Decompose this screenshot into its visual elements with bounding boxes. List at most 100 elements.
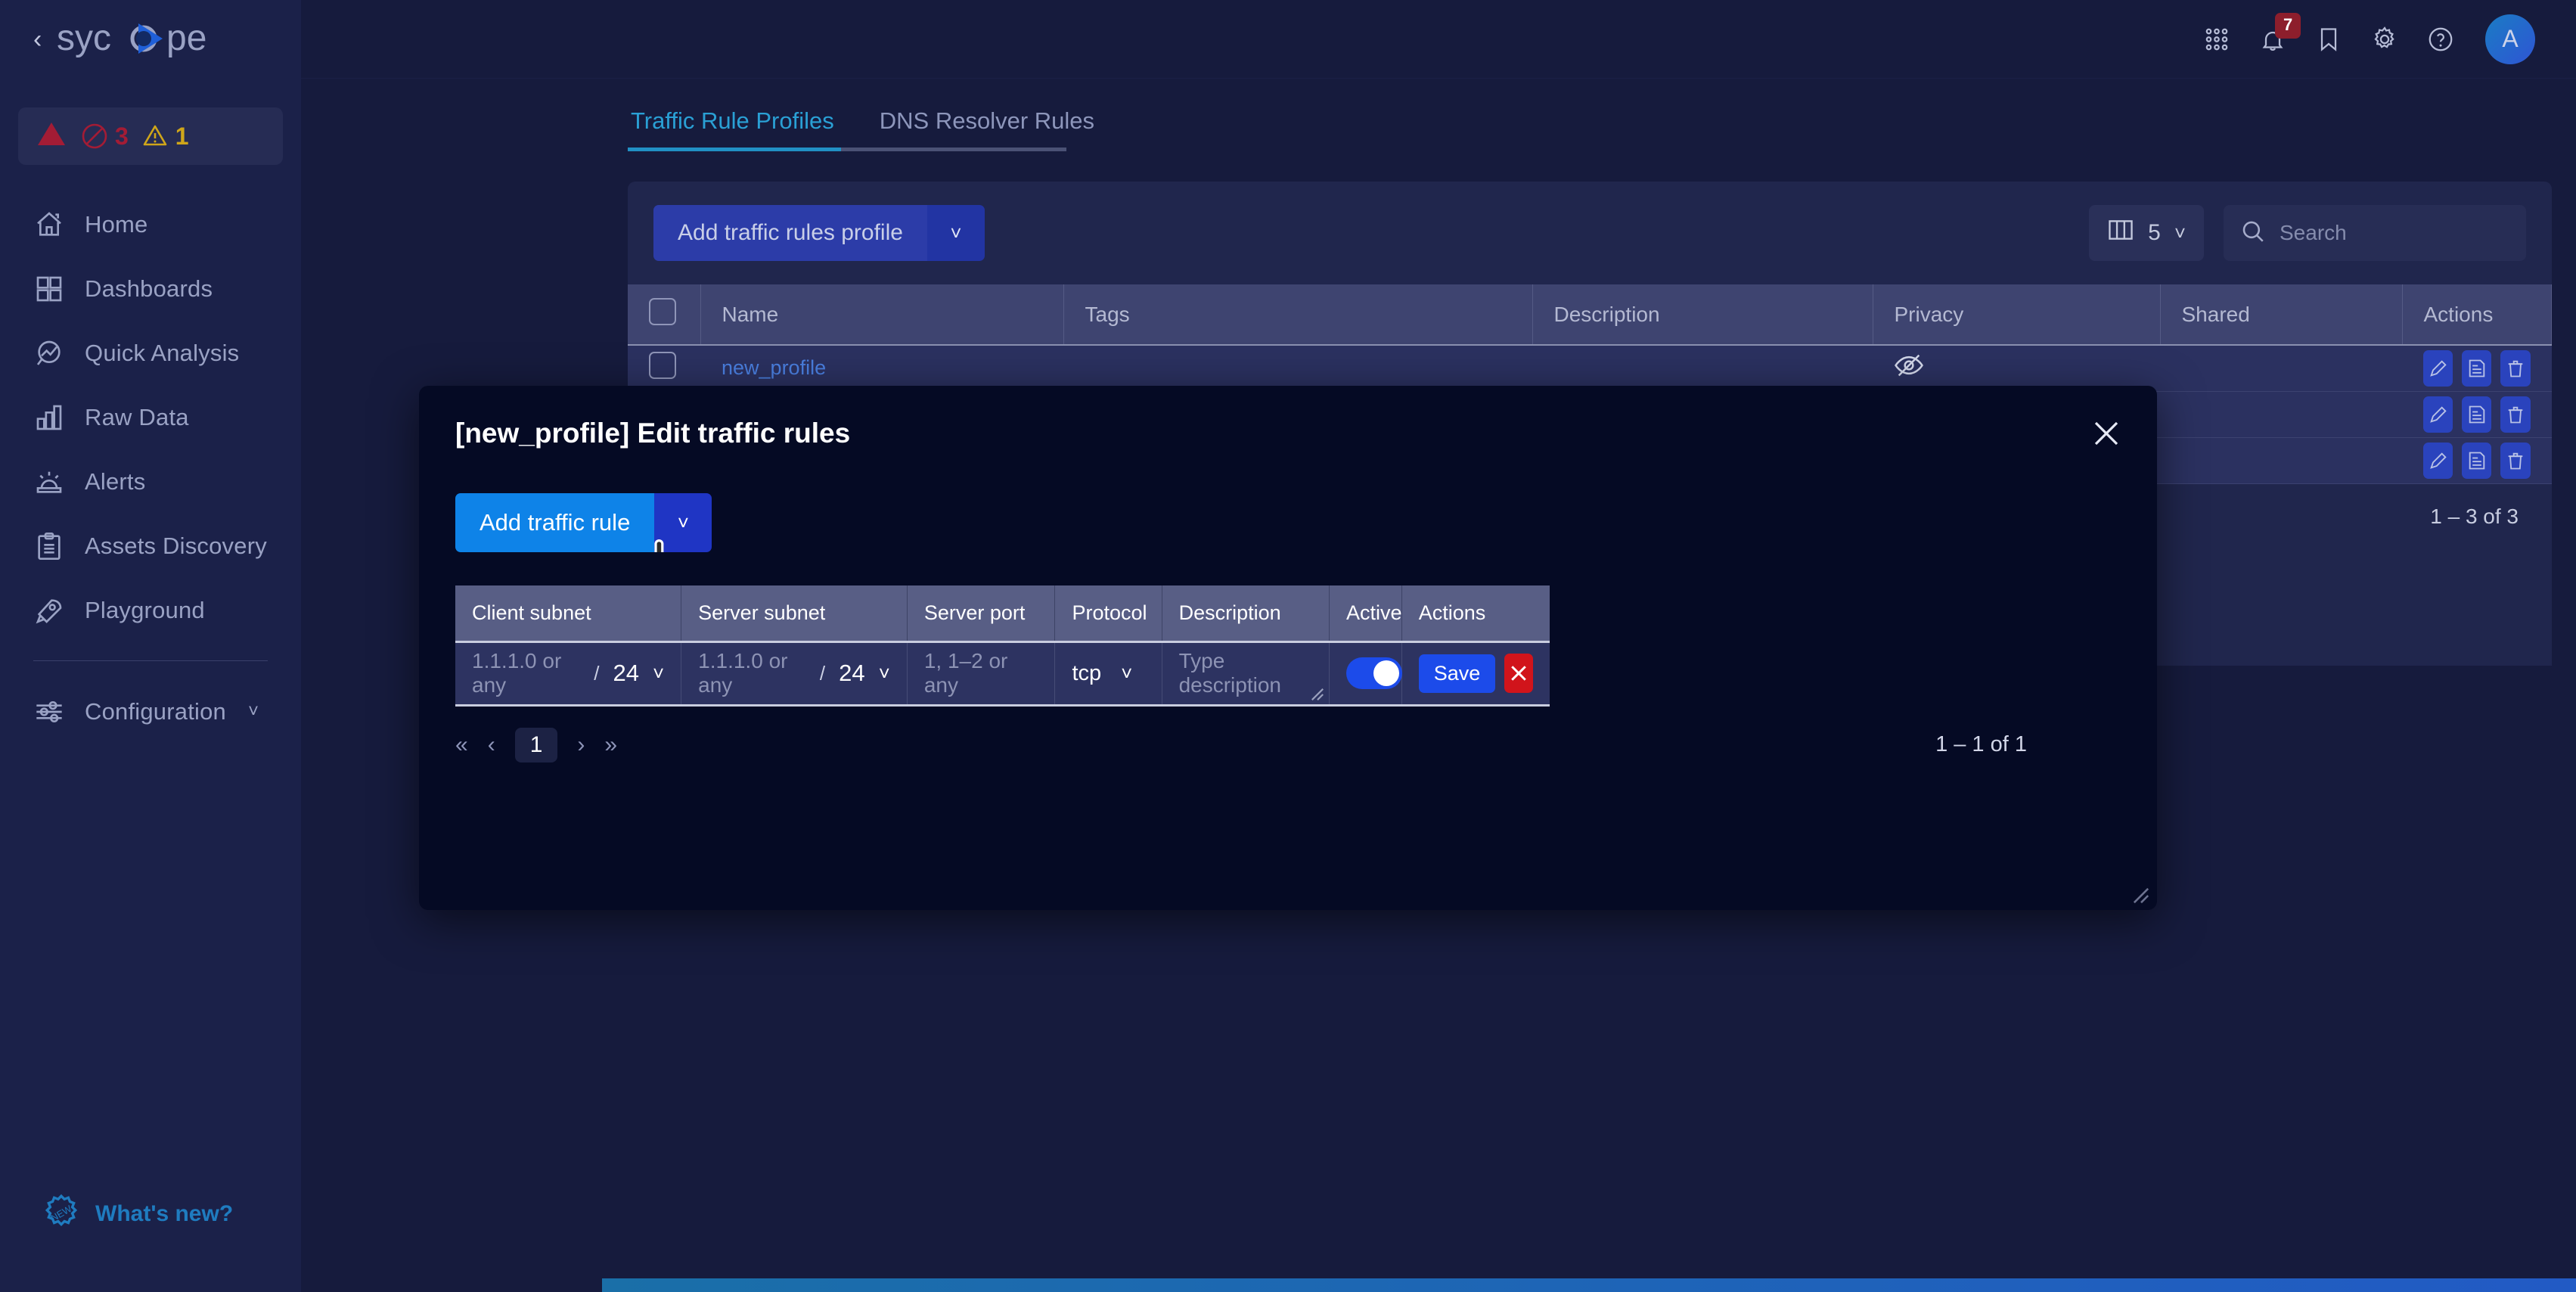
cancel-x-icon[interactable] bbox=[1504, 654, 1533, 693]
bottom-accent-strip bbox=[602, 1278, 2576, 1292]
select-all-header[interactable] bbox=[628, 284, 701, 346]
column-header-shared[interactable]: Shared bbox=[2160, 284, 2403, 346]
double-chevron-right-icon[interactable]: » bbox=[604, 732, 617, 758]
server-mask-value[interactable]: 24 bbox=[839, 660, 864, 687]
sidebar-item-label: Quick Analysis bbox=[85, 339, 240, 366]
blocked-alert-count: 3 bbox=[80, 122, 129, 151]
protocol-select-value[interactable]: tcp bbox=[1072, 661, 1101, 686]
profile-name-link[interactable]: new_profile bbox=[722, 356, 826, 379]
delete-icon[interactable] bbox=[2500, 396, 2531, 433]
column-header-actions[interactable]: Actions bbox=[2402, 284, 2552, 346]
chevron-right-icon[interactable]: › bbox=[577, 732, 585, 758]
bell-icon[interactable]: 7 bbox=[2245, 11, 2301, 67]
chevron-down-icon: ˅ bbox=[2174, 221, 2186, 244]
chevron-left-icon[interactable]: ‹ bbox=[33, 26, 42, 52]
sidebar-item-label: Alerts bbox=[85, 467, 146, 495]
new-badge-icon: NEW bbox=[42, 1193, 80, 1235]
close-icon[interactable] bbox=[2084, 412, 2128, 455]
description-input[interactable]: Type description bbox=[1179, 649, 1281, 697]
edit-icon[interactable] bbox=[2423, 442, 2453, 479]
sidebar-item-quick-analysis[interactable]: Quick Analysis bbox=[0, 321, 301, 385]
add-traffic-rules-profile-button[interactable]: Add traffic rules profile ˅ bbox=[653, 205, 985, 261]
rules-icon[interactable] bbox=[2462, 442, 2492, 479]
select-all-checkbox[interactable] bbox=[649, 298, 676, 325]
rules-column-client-subnet: Client subnet bbox=[455, 585, 682, 643]
edit-icon[interactable] bbox=[2423, 349, 2453, 387]
rules-column-server-port: Server port bbox=[907, 585, 1056, 643]
sidebar-item-label: Playground bbox=[85, 596, 205, 623]
columns-selector[interactable]: 5 ˅ bbox=[2089, 205, 2204, 261]
server-subnet-input[interactable]: 1.1.1.0 or any bbox=[698, 649, 806, 697]
panel-toolbar: Add traffic rules profile ˅ 5 ˅ bbox=[628, 182, 2552, 284]
rules-icon[interactable] bbox=[2462, 396, 2492, 433]
resize-grip-icon[interactable] bbox=[1311, 688, 1324, 701]
column-header-tags[interactable]: Tags bbox=[1063, 284, 1533, 346]
bar-chart-icon bbox=[33, 402, 65, 433]
column-header-description[interactable]: Description bbox=[1532, 284, 1873, 346]
subnet-slash: / bbox=[819, 661, 826, 685]
bookmark-icon[interactable] bbox=[2301, 11, 2357, 67]
tab-dns-resolver-rules[interactable]: DNS Resolver Rules bbox=[877, 107, 1097, 151]
row-checkbox[interactable] bbox=[649, 352, 676, 380]
active-toggle[interactable] bbox=[1346, 657, 1402, 689]
chevron-down-icon[interactable]: ˅ bbox=[248, 701, 259, 722]
client-mask-value[interactable]: 24 bbox=[613, 660, 638, 687]
row-checkbox-cell[interactable] bbox=[628, 345, 700, 392]
column-header-name[interactable]: Name bbox=[700, 284, 1064, 346]
rules-column-description: Description bbox=[1162, 585, 1330, 643]
tab-traffic-rule-profiles[interactable]: Traffic Rule Profiles bbox=[628, 107, 837, 151]
delete-icon[interactable] bbox=[2500, 349, 2531, 387]
columns-icon bbox=[2107, 218, 2134, 248]
sidebar-item-raw-data[interactable]: Raw Data bbox=[0, 385, 301, 449]
rules-icon[interactable] bbox=[2462, 349, 2492, 387]
cell-description[interactable]: Type description bbox=[1162, 641, 1330, 707]
rules-header-row: Client subnet Server subnet Server port … bbox=[455, 585, 1550, 643]
add-traffic-rule-button[interactable]: Add traffic rule ˅ bbox=[455, 493, 712, 552]
alert-summary[interactable]: 3 1 bbox=[18, 107, 283, 165]
sidebar-item-playground[interactable]: Playground bbox=[0, 578, 301, 642]
chevron-down-icon[interactable]: ˅ bbox=[653, 662, 664, 685]
search-icon bbox=[2240, 219, 2266, 248]
whats-new-link[interactable]: NEW What's new? bbox=[42, 1193, 233, 1235]
sidebar-item-dashboards[interactable]: Dashboards bbox=[0, 256, 301, 321]
sidebar-item-home[interactable]: Home bbox=[0, 192, 301, 256]
sidebar-item-configuration[interactable]: Configuration ˅ bbox=[0, 679, 301, 744]
avatar[interactable]: A bbox=[2485, 14, 2535, 64]
cell-protocol[interactable]: tcp ˅ bbox=[1054, 641, 1162, 707]
client-subnet-input[interactable]: 1.1.1.0 or any bbox=[472, 649, 580, 697]
sidebar-item-assets-discovery[interactable]: Assets Discovery bbox=[0, 514, 301, 578]
chevron-down-icon[interactable]: ˅ bbox=[654, 493, 712, 552]
rules-column-server-subnet: Server subnet bbox=[681, 585, 908, 643]
modal-resize-grip-icon[interactable] bbox=[2133, 887, 2149, 904]
rocket-icon bbox=[33, 595, 65, 626]
cell-server-port[interactable]: 1, 1–2 or any bbox=[907, 641, 1056, 707]
cell-name[interactable]: new_profile bbox=[700, 345, 1063, 392]
gear-icon[interactable] bbox=[2357, 11, 2413, 67]
rules-column-protocol: Protocol bbox=[1054, 585, 1162, 643]
blocked-count-label: 3 bbox=[115, 122, 129, 150]
table-row[interactable]: new_profile bbox=[628, 345, 2552, 392]
server-port-input[interactable]: 1, 1–2 or any bbox=[924, 649, 1008, 697]
double-chevron-left-icon[interactable]: « bbox=[455, 732, 468, 758]
apps-grid-icon[interactable] bbox=[2189, 11, 2245, 67]
current-page-button[interactable]: 1 bbox=[514, 727, 558, 762]
chevron-left-icon[interactable]: ‹ bbox=[488, 732, 495, 758]
search-box[interactable] bbox=[2224, 205, 2526, 261]
delete-icon[interactable] bbox=[2500, 442, 2531, 479]
sycope-logo[interactable]: sy c pe bbox=[57, 20, 231, 59]
cell-client-subnet: 1.1.1.0 or any / 24 ˅ bbox=[455, 641, 682, 707]
column-header-privacy[interactable]: Privacy bbox=[1873, 284, 2161, 346]
sidebar-item-alerts[interactable]: Alerts bbox=[0, 449, 301, 514]
edit-icon[interactable] bbox=[2423, 396, 2453, 433]
chevron-down-icon[interactable]: ˅ bbox=[1121, 662, 1132, 685]
cell-active[interactable] bbox=[1329, 641, 1402, 707]
help-circle-icon[interactable] bbox=[2413, 11, 2469, 67]
cell-description bbox=[1532, 345, 1873, 392]
cell-actions bbox=[2402, 391, 2552, 438]
chevron-down-icon[interactable]: ˅ bbox=[879, 662, 890, 685]
grid-icon bbox=[33, 273, 65, 305]
search-input[interactable] bbox=[2280, 221, 2509, 245]
save-button[interactable]: Save bbox=[1418, 654, 1496, 693]
sidebar-item-label: Home bbox=[85, 210, 148, 238]
chevron-down-icon[interactable]: ˅ bbox=[926, 205, 985, 261]
